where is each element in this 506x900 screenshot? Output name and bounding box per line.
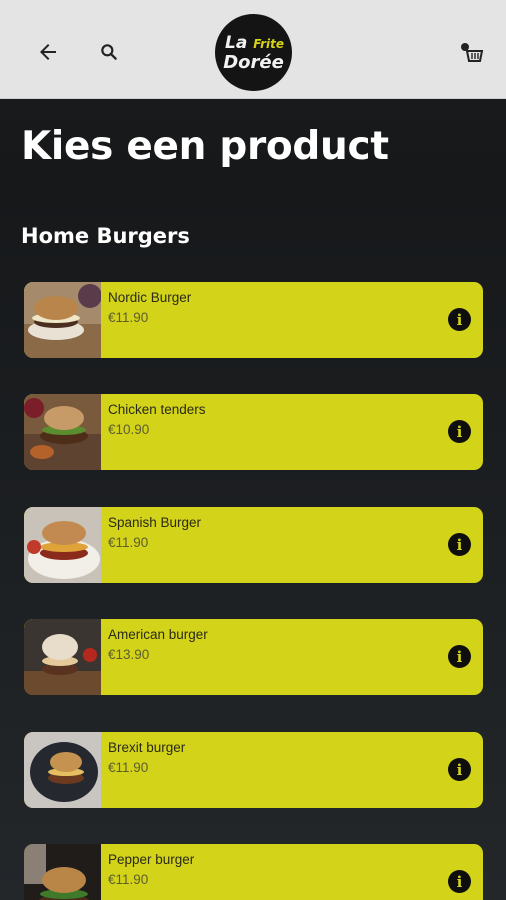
product-name: American burger: [108, 627, 208, 642]
info-icon[interactable]: i: [448, 870, 471, 893]
shopping-basket-icon: [461, 43, 484, 62]
info-icon[interactable]: i: [448, 308, 471, 331]
info-icon[interactable]: i: [448, 758, 471, 781]
page-title: Kies een product: [21, 124, 389, 169]
info-icon[interactable]: i: [448, 645, 471, 668]
product-image: [24, 282, 101, 358]
info-icon[interactable]: i: [448, 533, 471, 556]
arrow-left-icon: [40, 44, 56, 60]
product-card-pepper-burger[interactable]: Pepper burger €11.90 i: [24, 844, 483, 900]
product-name: Spanish Burger: [108, 515, 202, 530]
product-card-brexit-burger[interactable]: Brexit burger €11.90 i: [24, 732, 483, 808]
logo-text-la: La: [225, 33, 248, 53]
product-price: €11.90: [108, 760, 149, 775]
product-image: [24, 619, 101, 695]
brand-logo[interactable]: La Frite Dorée: [215, 14, 292, 91]
section-title: Home Burgers: [21, 224, 190, 248]
product-card-nordic-burger[interactable]: Nordic Burger €11.90 i: [24, 282, 483, 358]
app-header: La Frite Dorée: [0, 0, 506, 99]
product-price: €11.90: [108, 535, 149, 550]
product-name: Brexit burger: [108, 740, 186, 755]
product-name: Pepper burger: [108, 852, 195, 867]
product-price: €10.90: [108, 422, 150, 437]
product-name: Nordic Burger: [108, 290, 192, 305]
search-icon: [101, 44, 117, 60]
product-price: €13.90: [108, 647, 150, 662]
search-button[interactable]: [89, 32, 129, 72]
product-card-american-burger[interactable]: American burger €13.90 i: [24, 619, 483, 695]
product-card-chicken-tenders[interactable]: Chicken tenders €10.90 i: [24, 394, 483, 470]
product-image: [24, 394, 101, 470]
product-card-spanish-burger[interactable]: Spanish Burger €11.90 i: [24, 507, 483, 583]
cart-button[interactable]: [451, 32, 491, 72]
product-image: [24, 732, 101, 808]
product-price: €11.90: [108, 872, 149, 887]
product-image: [24, 507, 101, 583]
product-name: Chicken tenders: [108, 402, 206, 417]
product-price: €11.90: [108, 310, 149, 325]
info-icon[interactable]: i: [448, 420, 471, 443]
back-button[interactable]: [28, 32, 68, 72]
logo-text-frite: Frite: [253, 37, 285, 51]
product-image: [24, 844, 101, 900]
logo-text-doree: Dorée: [223, 52, 284, 73]
